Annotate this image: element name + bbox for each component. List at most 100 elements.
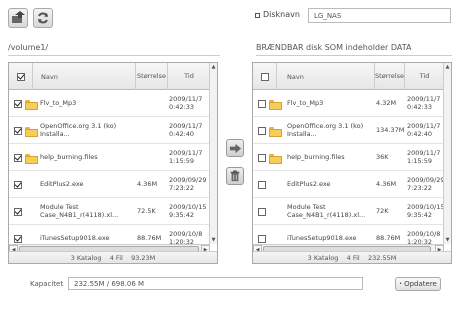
right-col-size[interactable]: Størrelse [375, 63, 405, 90]
table-row[interactable]: Flv_to_Mp3 4.32M 2009/11/7 0:42:33 [253, 90, 451, 117]
file-size [137, 90, 167, 117]
left-col-size[interactable]: Størrelse [136, 63, 168, 90]
row-checkbox[interactable] [258, 180, 266, 189]
copy-to-disc-button[interactable] [226, 139, 244, 157]
file-size: 72.5K [137, 206, 156, 215]
table-row[interactable]: Flv_to_Mp3 2009/11/7 0:42:33 [9, 90, 217, 117]
disk-bullet-icon [255, 13, 260, 18]
file-size: 134.37M [376, 125, 404, 134]
file-clock: 0:42:40 [407, 129, 433, 138]
table-row[interactable]: help_burning.files 2009/11/7 1:15:59 [9, 144, 217, 171]
right-col-name[interactable]: Navn [277, 63, 375, 90]
file-size: 36K [376, 152, 389, 161]
folder-icon [269, 126, 282, 137]
file-time: 2009/11/7 0:42:40 [407, 117, 443, 144]
file-name[interactable]: help_burning.files [40, 144, 136, 171]
table-row[interactable]: OpenOffice.org 3.1 (ko) Installa... 2009/… [9, 117, 217, 144]
file-clock: 9:35:42 [407, 210, 433, 219]
delete-button[interactable] [226, 167, 244, 185]
table-row[interactable]: help_burning.files 36K 2009/11/7 1:15:59 [253, 144, 451, 171]
table-row[interactable]: Module Test Case_N4B1_r(4118).xl... 72K 20… [253, 198, 451, 225]
file-size: 4.32M [376, 98, 397, 107]
right-table-header: Navn Størrelse Tid [253, 63, 451, 90]
scroll-up-icon[interactable]: ▲ [444, 63, 451, 71]
file-size: 4.36M [137, 179, 158, 188]
row-checkbox[interactable] [258, 207, 266, 216]
left-path-divider [8, 55, 220, 56]
file-name[interactable]: help_burning.files [287, 144, 374, 171]
file-name[interactable]: Flv_to_Mp3 [287, 90, 374, 117]
left-col-time[interactable]: Tid [168, 63, 211, 90]
update-button-label: Opdatere [404, 280, 437, 288]
update-button[interactable]: • Opdatere [395, 277, 441, 291]
row-checkbox[interactable] [14, 153, 22, 162]
disk-name-label: Disknavn [263, 10, 300, 19]
left-path: /volume1/ [8, 43, 49, 52]
table-row[interactable]: Module Test Case_N4B1_r(4118).xl... 72.5K… [9, 198, 217, 225]
row-checkbox[interactable] [14, 99, 22, 108]
file-time: 2009/11/7 1:15:59 [169, 144, 209, 171]
scroll-up-icon[interactable]: ▲ [210, 63, 217, 71]
file-name[interactable]: OpenOffice.org 3.1 (ko) Installa... [287, 117, 374, 144]
right-col-time[interactable]: Tid [405, 63, 445, 90]
right-vertical-scrollbar[interactable]: ▲ ▼ [443, 63, 451, 244]
scroll-down-icon[interactable]: ▼ [210, 236, 217, 244]
row-checkbox[interactable] [258, 99, 266, 108]
capacity-field: 232.55M / 698.06 M [68, 277, 363, 290]
folder-icon [25, 153, 38, 164]
file-time: 2009/11/7 1:15:59 [407, 144, 443, 171]
row-checkbox[interactable] [258, 234, 266, 243]
row-checkbox[interactable] [258, 153, 266, 162]
scroll-down-icon[interactable]: ▼ [444, 236, 451, 244]
row-checkbox[interactable] [14, 234, 22, 243]
file-time: 2009/11/7 0:42:33 [169, 90, 209, 117]
file-clock: 7:23:22 [407, 183, 433, 192]
file-size: 72K [376, 206, 389, 215]
capacity-label: Kapacitet [30, 280, 64, 288]
folder-icon [25, 126, 38, 137]
refresh-button[interactable] [33, 8, 53, 28]
file-time: 2009/11/7 0:42:40 [169, 117, 209, 144]
upload-button[interactable] [8, 8, 28, 28]
file-name[interactable]: Flv_to_Mp3 [40, 90, 136, 117]
file-size: 4.36M [376, 179, 397, 188]
right-select-all-checkbox[interactable] [260, 72, 269, 81]
upload-icon [12, 11, 25, 23]
file-time: 2009/09/29 7:23:22 [169, 171, 209, 198]
file-name[interactable]: EditPlus2.exe [287, 171, 374, 198]
file-size [137, 144, 167, 171]
right-summary: 3 Katalog 4 Fil 232.55M [253, 251, 451, 263]
folder-icon [269, 99, 282, 110]
row-checkbox[interactable] [14, 207, 22, 216]
file-time: 2009/10/15 9:35:42 [407, 198, 443, 225]
file-name[interactable]: EditPlus2.exe [40, 171, 136, 198]
disk-name-input[interactable]: LG_NAS [308, 8, 451, 23]
file-clock: 9:35:42 [169, 210, 195, 219]
row-checkbox[interactable] [14, 180, 22, 189]
file-name[interactable]: OpenOffice.org 3.1 (ko) Installa... [40, 117, 136, 144]
folder-icon [25, 99, 38, 110]
left-table-header: Navn Størrelse Tid [9, 63, 217, 90]
right-summary-text: 3 Katalog 4 Fil 232.55M [307, 253, 397, 262]
file-time: 2009/09/29 7:23:22 [407, 171, 443, 198]
row-checkbox[interactable] [14, 126, 22, 135]
table-row[interactable]: EditPlus2.exe 4.36M 2009/09/29 7:23:22 [9, 171, 217, 198]
table-row[interactable]: OpenOffice.org 3.1 (ko) Installa... 134.3… [253, 117, 451, 144]
left-col-name[interactable]: Navn [33, 63, 136, 90]
file-name[interactable]: Module Test Case_N4B1_r(4118).xl... [287, 198, 374, 225]
left-select-all-checkbox[interactable] [16, 72, 25, 81]
table-row[interactable]: EditPlus2.exe 4.36M 2009/09/29 7:23:22 [253, 171, 451, 198]
trash-icon [230, 170, 240, 182]
arrow-right-icon [229, 143, 241, 153]
file-clock: 1:15:59 [407, 156, 433, 165]
row-checkbox[interactable] [258, 126, 266, 135]
file-time: 2009/10/15 9:35:42 [169, 198, 209, 225]
file-clock: 7:23:22 [169, 183, 195, 192]
file-clock: 0:42:40 [169, 129, 195, 138]
left-vertical-scrollbar[interactable]: ▲ ▼ [209, 63, 217, 244]
left-summary-text: 3 Katalog 4 Fil 93.23M [70, 253, 156, 262]
file-clock: 0:42:33 [407, 102, 433, 111]
file-name[interactable]: Module Test Case_N4B1_r(4118).xl... [40, 198, 136, 225]
left-file-list: Flv_to_Mp3 2009/11/7 0:42:33 OpenOffice.org… [9, 90, 217, 252]
file-time: 2009/11/7 0:42:33 [407, 90, 443, 117]
